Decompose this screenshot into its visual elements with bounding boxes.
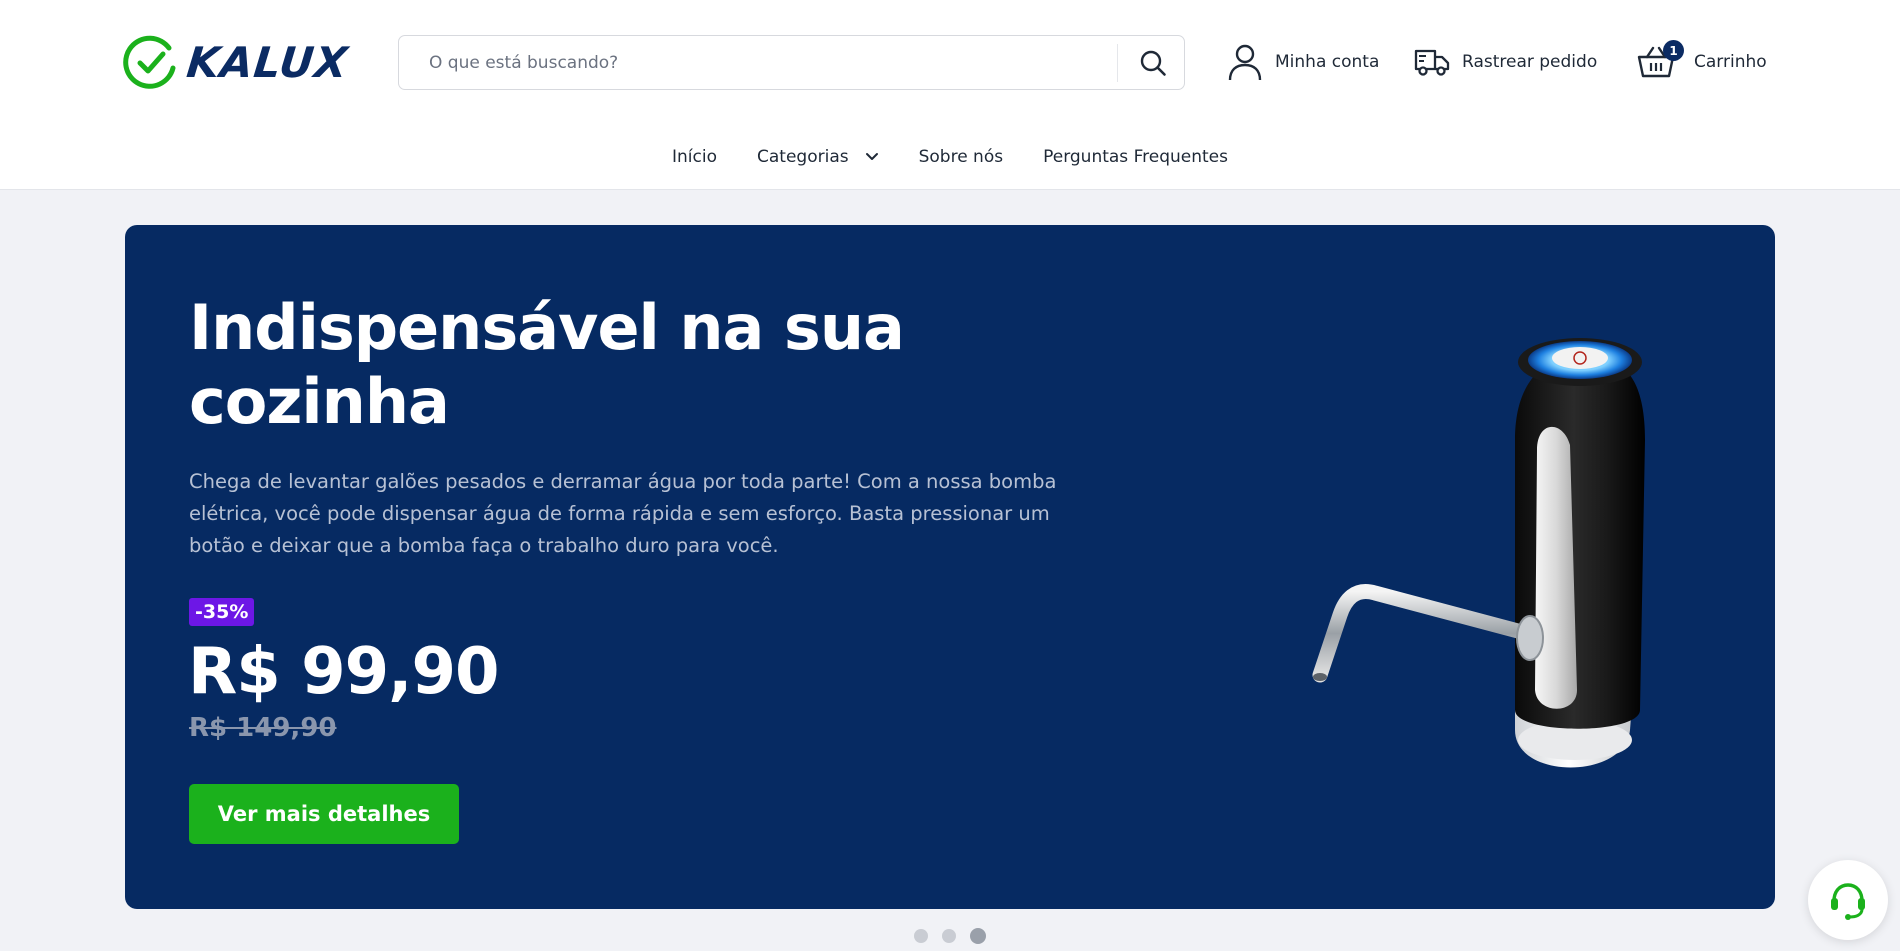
brand-logo[interactable]: KALUX — [123, 34, 351, 90]
nav-item-sobre[interactable]: Sobre nós — [919, 147, 1004, 167]
search-button[interactable] — [1136, 47, 1170, 79]
account-link[interactable]: Minha conta — [1227, 40, 1379, 84]
search-icon — [1140, 50, 1166, 76]
cart-label: Carrinho — [1694, 52, 1767, 72]
support-chat-button[interactable] — [1808, 860, 1888, 940]
cart-icon-wrapper: 1 — [1636, 40, 1684, 82]
carousel-dot-2[interactable] — [942, 929, 956, 943]
details-button[interactable]: Ver mais detalhes — [189, 784, 459, 844]
nav-item-label: Sobre nós — [918, 147, 1004, 167]
main-nav: Início Categorias Sobre nós Perguntas Fr… — [0, 140, 1900, 174]
headset-icon — [1831, 883, 1865, 920]
search-divider — [1117, 44, 1118, 82]
old-price: R$ 149,90 — [189, 713, 337, 743]
search-bar — [398, 35, 1185, 90]
check-circle-icon — [123, 35, 176, 89]
current-price: R$ 99,90 — [188, 635, 500, 709]
carousel-dots — [914, 928, 986, 944]
user-icon — [1228, 44, 1262, 81]
nav-item-label: Início — [672, 147, 717, 167]
hero-banner: Indispensável na sua cozinha Chega de le… — [125, 225, 1775, 909]
chevron-down-icon — [865, 153, 878, 160]
truck-icon — [1414, 49, 1450, 76]
nav-item-faq[interactable]: Perguntas Frequentes — [1043, 147, 1228, 167]
carousel-dot-3[interactable] — [970, 928, 986, 944]
cart-count-badge: 1 — [1663, 40, 1684, 61]
nav-item-label: Categorias — [757, 147, 849, 167]
carousel-dot-1[interactable] — [914, 929, 928, 943]
track-order-label: Rastrear pedido — [1462, 52, 1598, 72]
hero-title: Indispensável na sua cozinha — [189, 291, 905, 438]
water-pump-dispenser-image — [1312, 338, 1645, 768]
cart-link[interactable]: 1 Carrinho — [1636, 40, 1767, 84]
account-label: Minha conta — [1275, 52, 1380, 72]
discount-badge: -35% — [189, 598, 255, 626]
brand-name: KALUX — [184, 37, 351, 87]
nav-item-inicio[interactable]: Início — [672, 147, 717, 167]
site-header: KALUX Minha conta Rastrear pedido — [0, 0, 1900, 190]
hero-description: Chega de levantar galões pesados e derra… — [189, 470, 1057, 557]
nav-item-label: Perguntas Frequentes — [1043, 147, 1228, 167]
nav-item-categorias[interactable]: Categorias — [757, 147, 879, 167]
track-order-link[interactable]: Rastrear pedido — [1414, 40, 1597, 84]
search-input[interactable] — [429, 36, 1169, 89]
